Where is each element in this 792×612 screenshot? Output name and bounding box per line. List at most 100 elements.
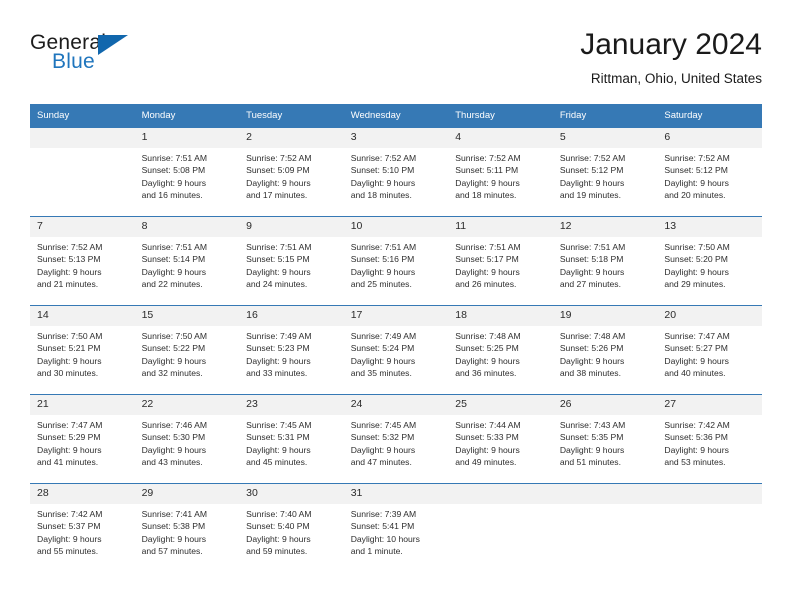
day-sun-info: Sunrise: 7:52 AM Sunset: 5:13 PM Daylight:…	[30, 237, 135, 291]
calendar-day-cell[interactable]: 28 Sunrise: 7:42 AM Sunset: 5:37 PM Dayligh…	[30, 483, 135, 572]
day-number: 30	[239, 484, 344, 504]
triangle-icon	[98, 35, 128, 55]
daylight-duration-line1: Daylight: 9 hours	[246, 444, 311, 455]
calendar-day-cell[interactable]: 15 Sunrise: 7:50 AM Sunset: 5:22 PM Dayligh…	[134, 305, 240, 395]
calendar-day-cell[interactable]: 25 Sunrise: 7:44 AM Sunset: 5:33 PM Dayligh…	[448, 394, 553, 484]
calendar-day-cell[interactable]: 31 Sunrise: 7:39 AM Sunset: 5:41 PM Dayligh…	[343, 483, 449, 572]
calendar-day-cell[interactable]: 2 Sunrise: 7:52 AM Sunset: 5:09 PM Daylight…	[239, 127, 344, 217]
calendar-page: General Blue January 2024 Rittman, Ohio,…	[0, 0, 792, 612]
sunrise-time: Sunrise: 7:50 AM	[37, 331, 103, 341]
weekday-header-tuesday: Tuesday	[239, 104, 344, 128]
calendar-grid: Sunday Monday Tuesday Wednesday Thursday Frid…	[30, 104, 762, 572]
calendar-day-cell[interactable]: 19 Sunrise: 7:48 AM Sunset: 5:26 PM Dayligh…	[552, 305, 658, 395]
day-sun-info: Sunrise: 7:50 AM Sunset: 5:20 PM Daylight:…	[657, 237, 762, 291]
sunset-time: Sunset: 5:36 PM	[664, 432, 728, 443]
day-number: 2	[239, 128, 344, 148]
calendar-day-cell[interactable]: 12 Sunrise: 7:51 AM Sunset: 5:18 PM Dayligh…	[552, 216, 658, 306]
calendar-day-cell[interactable]: 10 Sunrise: 7:51 AM Sunset: 5:16 PM Dayligh…	[343, 216, 449, 306]
daylight-duration-line2: and 43 minutes.	[141, 457, 203, 468]
calendar-day-cell[interactable]: 26 Sunrise: 7:43 AM Sunset: 5:35 PM Dayligh…	[552, 394, 658, 484]
calendar-day-cell[interactable]: 6 Sunrise: 7:52 AM Sunset: 5:12 PM Daylight…	[657, 127, 762, 217]
calendar-day-cell[interactable]: 18 Sunrise: 7:48 AM Sunset: 5:25 PM Dayligh…	[448, 305, 553, 395]
daylight-duration-line1: Daylight: 9 hours	[455, 444, 520, 455]
sunrise-time: Sunrise: 7:42 AM	[664, 420, 730, 430]
daylight-duration-line2: and 51 minutes.	[559, 457, 621, 468]
calendar-day-cell[interactable]: 14 Sunrise: 7:50 AM Sunset: 5:21 PM Dayligh…	[30, 305, 135, 395]
calendar-day-cell[interactable]: 29 Sunrise: 7:41 AM Sunset: 5:38 PM Dayligh…	[134, 483, 240, 572]
calendar-day-cell[interactable]: 27 Sunrise: 7:42 AM Sunset: 5:36 PM Dayligh…	[657, 394, 762, 484]
calendar-day-cell[interactable]: 11 Sunrise: 7:51 AM Sunset: 5:17 PM Dayligh…	[448, 216, 553, 306]
daylight-duration-line1: Daylight: 9 hours	[559, 444, 625, 455]
day-number: 7	[30, 217, 135, 237]
sunrise-time: Sunrise: 7:42 AM	[37, 509, 103, 519]
day-sun-info: Sunrise: 7:49 AM Sunset: 5:23 PM Daylight:…	[239, 326, 344, 380]
day-sun-info: Sunrise: 7:44 AM Sunset: 5:33 PM Daylight:…	[448, 415, 553, 469]
calendar-day-cell[interactable]: 9 Sunrise: 7:51 AM Sunset: 5:15 PM Daylight…	[239, 216, 344, 306]
day-number: 5	[552, 128, 658, 148]
sunset-time: Sunset: 5:14 PM	[141, 254, 206, 265]
calendar-day-cell[interactable]: 23 Sunrise: 7:45 AM Sunset: 5:31 PM Dayligh…	[239, 394, 344, 484]
sunset-time: Sunset: 5:30 PM	[141, 432, 206, 443]
day-number: 28	[30, 484, 135, 504]
day-number: 12	[552, 217, 658, 237]
sunset-time: Sunset: 5:22 PM	[141, 343, 206, 354]
calendar-day-cell[interactable]: 4 Sunrise: 7:52 AM Sunset: 5:11 PM Daylight…	[448, 127, 553, 217]
day-number: 15	[134, 306, 240, 326]
calendar-day-cell[interactable]: 22 Sunrise: 7:46 AM Sunset: 5:30 PM Dayligh…	[134, 394, 240, 484]
day-sun-info: Sunrise: 7:52 AM Sunset: 5:12 PM Daylight:…	[553, 148, 658, 202]
sunset-time: Sunset: 5:31 PM	[246, 432, 310, 443]
brand-logo[interactable]: General Blue	[30, 32, 150, 84]
day-sun-info: Sunrise: 7:46 AM Sunset: 5:30 PM Daylight:…	[135, 415, 240, 469]
sunset-time: Sunset: 5:27 PM	[664, 343, 728, 354]
day-number: 21	[30, 395, 135, 415]
day-sun-info: Sunrise: 7:48 AM Sunset: 5:26 PM Daylight:…	[553, 326, 658, 380]
calendar-day-cell[interactable]: 20 Sunrise: 7:47 AM Sunset: 5:27 PM Dayligh…	[657, 305, 762, 395]
calendar-day-cell[interactable]: 1 Sunrise: 7:51 AM Sunset: 5:08 PM Daylight…	[134, 127, 240, 217]
calendar-day-cell[interactable]: 7 Sunrise: 7:52 AM Sunset: 5:13 PM Daylight…	[30, 216, 135, 306]
daylight-duration-line1: Daylight: 10 hours	[350, 533, 420, 544]
day-number: 24	[343, 395, 449, 415]
calendar-day-cell[interactable]: 13 Sunrise: 7:50 AM Sunset: 5:20 PM Dayligh…	[657, 216, 762, 306]
sunset-time: Sunset: 5:35 PM	[559, 432, 624, 443]
sunset-time: Sunset: 5:21 PM	[37, 343, 101, 354]
day-sun-info: Sunrise: 7:50 AM Sunset: 5:21 PM Daylight:…	[30, 326, 135, 380]
day-number: 22	[134, 395, 240, 415]
calendar-day-cell[interactable]: 5 Sunrise: 7:52 AM Sunset: 5:12 PM Daylight…	[552, 127, 658, 217]
day-sun-info: Sunrise: 7:52 AM Sunset: 5:10 PM Daylight:…	[344, 148, 449, 202]
calendar-day-cell[interactable]: 24 Sunrise: 7:45 AM Sunset: 5:32 PM Dayligh…	[343, 394, 449, 484]
daylight-duration-line1: Daylight: 9 hours	[664, 177, 729, 188]
sunrise-time: Sunrise: 7:43 AM	[559, 420, 626, 430]
page-title: January 2024	[580, 28, 762, 61]
day-number: 3	[343, 128, 449, 148]
calendar-day-cell[interactable]: 21 Sunrise: 7:47 AM Sunset: 5:29 PM Dayligh…	[30, 394, 135, 484]
calendar-day-cell[interactable]: 8 Sunrise: 7:51 AM Sunset: 5:14 PM Daylight…	[134, 216, 240, 306]
sunset-time: Sunset: 5:17 PM	[455, 254, 519, 265]
daylight-duration-line2: and 57 minutes.	[141, 546, 203, 557]
day-sun-info: Sunrise: 7:42 AM Sunset: 5:36 PM Daylight:…	[657, 415, 762, 469]
day-sun-info: Sunrise: 7:51 AM Sunset: 5:16 PM Daylight:…	[344, 237, 449, 291]
weekday-header-sunday: Sunday	[30, 104, 135, 128]
calendar-day-cell[interactable]: 30 Sunrise: 7:40 AM Sunset: 5:40 PM Dayligh…	[239, 483, 344, 572]
sunrise-time: Sunrise: 7:48 AM	[455, 331, 521, 341]
daylight-duration-line2: and 18 minutes.	[455, 190, 517, 201]
daylight-duration-line1: Daylight: 9 hours	[37, 355, 102, 366]
daylight-duration-line1: Daylight: 9 hours	[246, 533, 311, 544]
day-sun-info: Sunrise: 7:51 AM Sunset: 5:14 PM Daylight:…	[135, 237, 240, 291]
day-sun-info: Sunrise: 7:52 AM Sunset: 5:11 PM Daylight:…	[448, 148, 553, 202]
sunset-time: Sunset: 5:29 PM	[37, 432, 101, 443]
weekday-header-wednesday: Wednesday	[343, 104, 449, 128]
day-number: 6	[657, 128, 762, 148]
calendar-day-cell[interactable]: 3 Sunrise: 7:52 AM Sunset: 5:10 PM Daylight…	[343, 127, 449, 217]
sunset-time: Sunset: 5:10 PM	[350, 165, 415, 176]
daylight-duration-line1: Daylight: 9 hours	[141, 444, 207, 455]
weekday-header-monday: Monday	[134, 104, 240, 128]
calendar-day-cell-empty	[448, 483, 553, 572]
daylight-duration-line2: and 16 minutes.	[141, 190, 203, 201]
sunset-time: Sunset: 5:40 PM	[246, 521, 310, 532]
day-number: 31	[343, 484, 449, 504]
calendar-week-row: 21 Sunrise: 7:47 AM Sunset: 5:29 PM Dayligh…	[30, 394, 762, 484]
daylight-duration-line2: and 40 minutes.	[664, 368, 726, 379]
calendar-day-cell[interactable]: 16 Sunrise: 7:49 AM Sunset: 5:23 PM Dayligh…	[239, 305, 344, 395]
calendar-day-cell[interactable]: 17 Sunrise: 7:49 AM Sunset: 5:24 PM Dayligh…	[343, 305, 449, 395]
sunrise-time: Sunrise: 7:47 AM	[37, 420, 103, 430]
